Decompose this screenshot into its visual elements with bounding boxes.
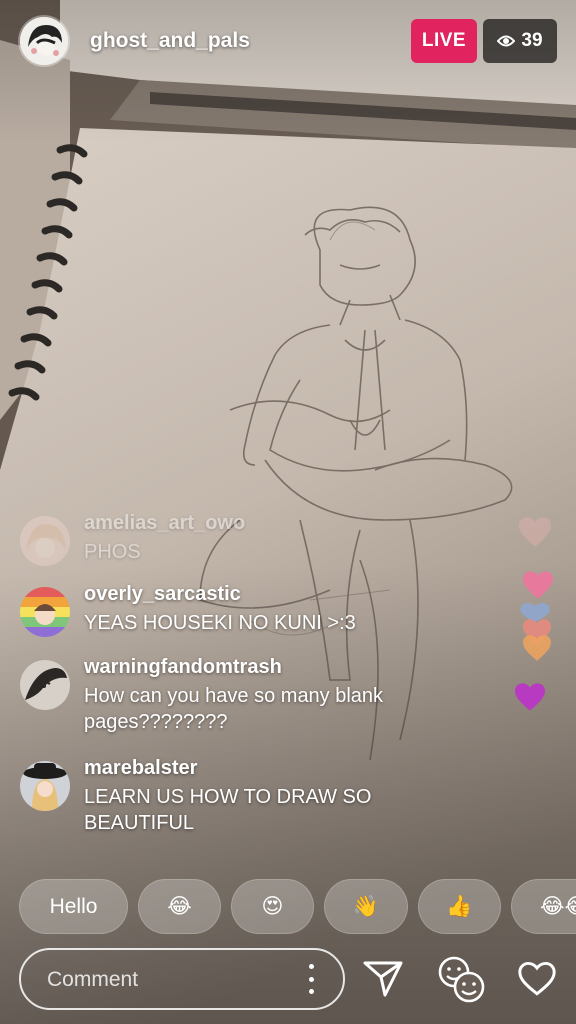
commenter-username[interactable]: marebalster xyxy=(84,757,197,780)
comment-feed: amelias_art_owo PHOS overly_sarcastic YE… xyxy=(0,0,520,860)
quick-reply-hello[interactable]: Hello xyxy=(19,879,128,934)
quick-reply-laugh[interactable]: 😂 xyxy=(138,879,221,934)
heart-icon xyxy=(519,517,551,547)
comment-text: PHOS xyxy=(84,541,141,563)
comment-text: How can you have so many blank pages????… xyxy=(84,685,384,733)
commenter-username[interactable]: overly_sarcastic xyxy=(84,583,241,606)
floating-hearts xyxy=(505,510,575,730)
live-stream-screen: ghost_and_pals LIVE 39 amelias_art_owo P… xyxy=(0,0,576,1024)
faces-icon xyxy=(438,956,485,1003)
like-button[interactable] xyxy=(512,952,562,1006)
avatar-image xyxy=(20,660,70,710)
comment-text: YEAS HOUSEKI NO KUNI >:3 xyxy=(84,612,356,634)
quick-reply-double-laugh[interactable]: 😂😂 xyxy=(511,879,576,934)
commenter-avatar[interactable] xyxy=(20,761,70,811)
quick-reply-wave[interactable]: 👋 xyxy=(324,879,408,934)
viewer-count: 39 xyxy=(521,30,543,51)
avatar-image xyxy=(20,587,70,637)
send-icon xyxy=(363,961,403,997)
heart-icon xyxy=(518,961,556,996)
heart-icon xyxy=(515,683,545,711)
quick-reply-bar: Hello 😂 😍 👋 👍 😂😂 xyxy=(0,879,576,935)
commenter-avatar[interactable] xyxy=(20,660,70,710)
faces-button[interactable] xyxy=(434,952,488,1006)
quick-reply-heart-eyes[interactable]: 😍 xyxy=(231,879,314,934)
more-vertical-icon xyxy=(308,989,314,994)
comment-box xyxy=(19,948,345,1010)
quick-reply-thumbs-up[interactable]: 👍 xyxy=(418,879,501,934)
commenter-username[interactable]: warningfandomtrash xyxy=(84,656,282,679)
more-vertical-icon xyxy=(308,976,314,982)
heart-icon xyxy=(523,571,553,599)
send-button[interactable] xyxy=(358,952,408,1006)
avatar-image xyxy=(20,516,70,566)
commenter-avatar[interactable] xyxy=(20,516,70,566)
commenter-username[interactable]: amelias_art_owo xyxy=(84,512,245,535)
commenter-avatar[interactable] xyxy=(20,587,70,637)
avatar-image xyxy=(20,761,70,811)
more-options-button[interactable] xyxy=(301,964,321,994)
more-vertical-icon xyxy=(308,964,314,969)
heart-icon xyxy=(523,635,551,661)
comment-text: LEARN US HOW TO DRAW SO BEAUTIFUL xyxy=(84,786,372,834)
comment-input[interactable] xyxy=(45,964,299,996)
